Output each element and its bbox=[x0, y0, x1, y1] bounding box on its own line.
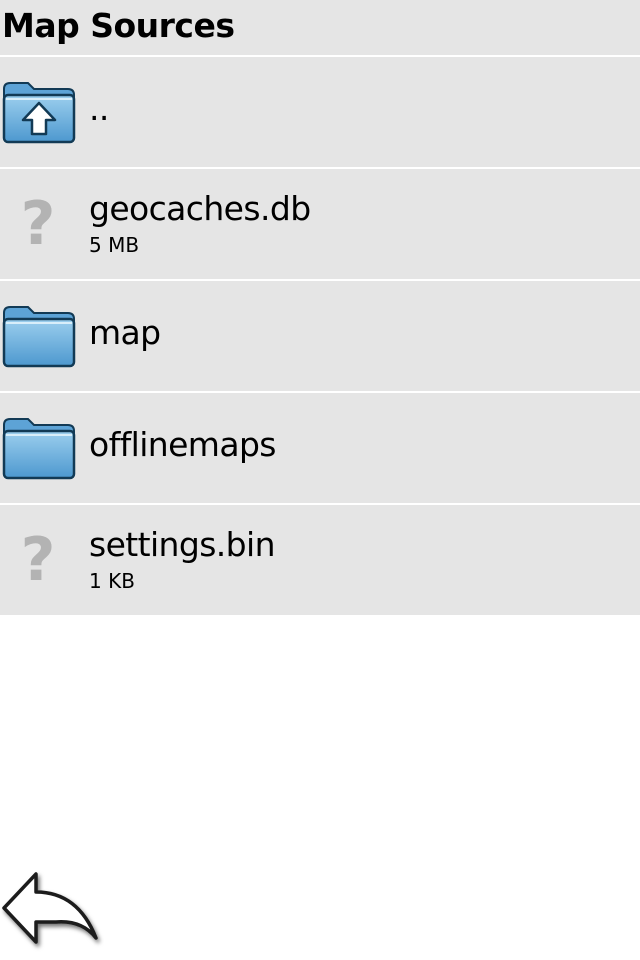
list-item-size: 5 MB bbox=[89, 233, 140, 257]
header: Map Sources bbox=[0, 0, 640, 55]
folder-icon bbox=[2, 303, 76, 369]
back-button[interactable] bbox=[0, 862, 104, 954]
list-item-parent-folder[interactable]: .. bbox=[0, 57, 640, 167]
list-item-name: map bbox=[89, 313, 161, 352]
list-item-name: .. bbox=[89, 89, 109, 128]
list-item-name: geocaches.db bbox=[89, 189, 311, 228]
folder-icon bbox=[2, 415, 76, 481]
app-window: Map Sources .. ? geocaches.db 5 MB map o… bbox=[0, 0, 640, 960]
list-item-file[interactable]: ? settings.bin 1 KB bbox=[0, 505, 640, 615]
file-list: .. ? geocaches.db 5 MB map offlinemaps ?… bbox=[0, 57, 640, 617]
list-item-size: 1 KB bbox=[89, 569, 135, 593]
list-item-file[interactable]: ? geocaches.db 5 MB bbox=[0, 169, 640, 279]
unknown-file-icon: ? bbox=[20, 189, 56, 259]
folder-up-icon bbox=[2, 79, 76, 145]
unknown-file-icon: ? bbox=[20, 525, 56, 595]
list-item-name: offlinemaps bbox=[89, 425, 276, 464]
list-item-folder[interactable]: offlinemaps bbox=[0, 393, 640, 503]
list-item-folder[interactable]: map bbox=[0, 281, 640, 391]
page-title: Map Sources bbox=[2, 6, 235, 45]
list-item-name: settings.bin bbox=[89, 525, 276, 564]
back-arrow-icon bbox=[2, 872, 98, 944]
